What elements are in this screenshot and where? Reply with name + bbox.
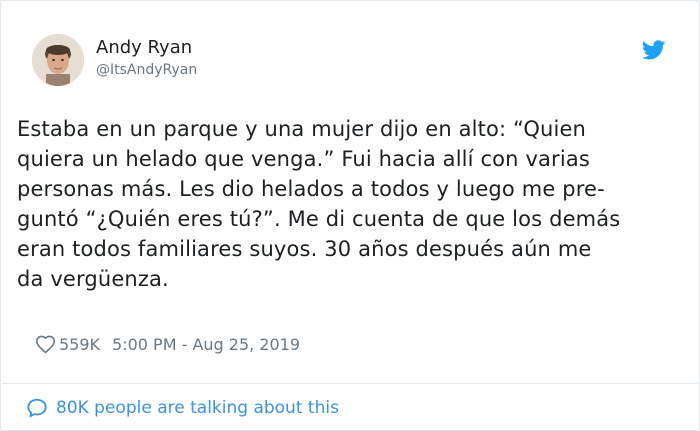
tweet-card: Andy Ryan @ItsAndyRyan Estaba en un parq… — [0, 0, 700, 431]
tweet-text-line: personas más. Les dio helados a todos y … — [17, 177, 605, 201]
author-display-name[interactable]: Andy Ryan — [96, 36, 197, 60]
tweet-text-line: Estaba en un parque y una mujer dijo en … — [17, 117, 586, 141]
conversation-link[interactable]: 80K people are talking about this — [26, 394, 339, 422]
tweet-text-line: eran todos familiares suyos. 30 años des… — [17, 237, 592, 261]
tweet-text-line: guntó “¿Quién eres tú?”. Me di cuenta de… — [17, 207, 621, 231]
tweet-meta: 559K 5:00 PM - Aug 25, 2019 — [35, 330, 300, 358]
like-count[interactable]: 559K — [59, 335, 100, 354]
avatar-photo — [32, 34, 84, 86]
tweet-text-line: da vergüenza. — [17, 267, 169, 291]
author-handle[interactable]: @ItsAndyRyan — [96, 60, 197, 80]
tweet-text: Estaba en un parque y una mujer dijo en … — [17, 114, 689, 294]
avatar[interactable] — [32, 34, 84, 86]
tweet-timestamp[interactable]: 5:00 PM - Aug 25, 2019 — [112, 335, 300, 354]
author-names: Andy Ryan @ItsAndyRyan — [96, 36, 197, 80]
speech-bubble-icon — [27, 398, 47, 418]
tweet-text-line: quiera un helado que venga.” Fui hacia a… — [17, 147, 590, 171]
footer-divider — [2, 383, 698, 384]
conversation-text[interactable]: 80K people are talking about this — [56, 398, 339, 418]
tweet-header: Andy Ryan @ItsAndyRyan — [32, 32, 672, 88]
twitter-bird-icon[interactable] — [642, 38, 666, 62]
heart-icon[interactable] — [35, 334, 56, 355]
